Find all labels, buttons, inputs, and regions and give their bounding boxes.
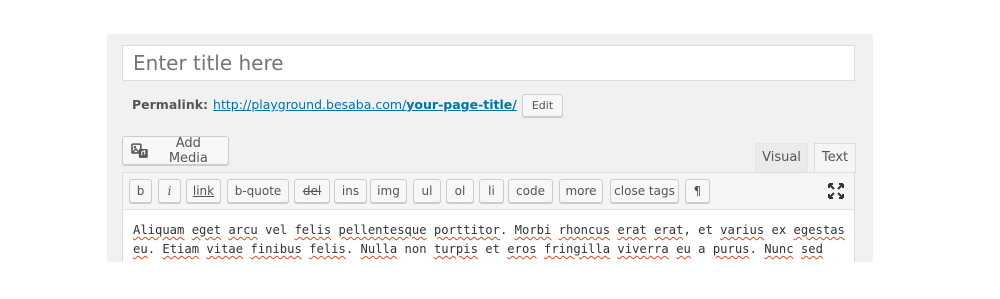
editor-word: viverra bbox=[617, 242, 669, 256]
editor-word: turpis bbox=[433, 242, 478, 256]
tab-visual[interactable]: Visual bbox=[755, 143, 808, 173]
add-media-label: Add Media bbox=[168, 135, 208, 166]
editor-text: a bbox=[690, 242, 713, 256]
code-button[interactable]: code bbox=[508, 179, 553, 203]
editor-text bbox=[647, 223, 654, 237]
editor-text bbox=[427, 223, 434, 237]
editor-word: Morbi bbox=[514, 223, 552, 237]
editor-word: fringilla bbox=[544, 242, 611, 256]
more-button[interactable]: more bbox=[559, 179, 603, 203]
editor-word: vitae bbox=[206, 242, 244, 256]
permalink-url-slug: your-page-title/ bbox=[406, 97, 517, 112]
permalink-label: Permalink: bbox=[132, 97, 209, 112]
editor-word: purus bbox=[712, 242, 750, 256]
editor-text: non bbox=[397, 242, 434, 256]
bold-button[interactable]: b bbox=[129, 179, 152, 203]
editor-word: varius bbox=[720, 223, 765, 237]
editor-word: Nulla bbox=[360, 242, 398, 256]
editor-text: . bbox=[749, 242, 765, 256]
editor-word: eu bbox=[676, 242, 691, 256]
ul-button[interactable]: ul bbox=[413, 179, 441, 203]
ins-button[interactable]: ins bbox=[334, 179, 367, 203]
tab-text[interactable]: Text bbox=[814, 143, 856, 173]
editor-word: felis bbox=[309, 242, 346, 256]
title-input[interactable] bbox=[122, 45, 855, 81]
paragraph-button[interactable]: ¶ bbox=[685, 179, 710, 203]
editor-text bbox=[669, 242, 676, 256]
permalink-row: Permalink: http://playground.besaba.com/… bbox=[132, 93, 564, 117]
editor-word: eu bbox=[133, 242, 148, 256]
editor-text bbox=[551, 223, 558, 237]
italic-button[interactable]: i bbox=[158, 179, 181, 203]
link-button[interactable]: link bbox=[186, 179, 221, 203]
content-textarea[interactable]: Aliquam eget arcu vel felis pellentesque… bbox=[122, 210, 855, 262]
editor-word: Nunc bbox=[764, 242, 794, 256]
blockquote-button[interactable]: b-quote bbox=[227, 179, 289, 203]
permalink-edit-button[interactable]: Edit bbox=[521, 93, 564, 117]
editor-text: , et bbox=[683, 223, 721, 237]
editor-line-1: Aliquam eget arcu vel felis pellentesque… bbox=[133, 221, 845, 240]
fullscreen-icon[interactable] bbox=[828, 183, 844, 199]
editor-text: ex bbox=[764, 223, 794, 237]
editor-text: . bbox=[345, 242, 361, 256]
close-tags-button[interactable]: close tags bbox=[610, 179, 679, 203]
editor-word: porttitor bbox=[433, 223, 500, 237]
editor-text bbox=[331, 223, 338, 237]
quicktags-toolbar: b i link b-quote del ins img ul ol li co… bbox=[122, 172, 855, 210]
editor-text: . bbox=[499, 223, 515, 237]
editor-word: eros bbox=[507, 242, 537, 256]
editor-word: eget bbox=[191, 223, 222, 237]
permalink-url-base: http://playground.besaba.com/ bbox=[213, 97, 407, 112]
img-button[interactable]: img bbox=[370, 179, 407, 203]
editor-text: vel bbox=[257, 223, 295, 237]
editor-word: erat bbox=[617, 223, 647, 237]
editor-word: erat bbox=[654, 223, 684, 237]
editor-line-2: eu. Etiam vitae finibus felis. Nulla non… bbox=[133, 240, 844, 259]
editor-word: arcu bbox=[228, 223, 258, 237]
editor-word: egestas bbox=[793, 223, 845, 237]
permalink-url-link[interactable]: http://playground.besaba.com/your-page-t… bbox=[213, 95, 517, 115]
editor-word: Etiam bbox=[162, 242, 200, 256]
del-button[interactable]: del bbox=[294, 179, 330, 203]
editor-word: rhoncus bbox=[558, 223, 611, 237]
li-button[interactable]: li bbox=[479, 179, 504, 203]
editor-text bbox=[184, 223, 191, 237]
media-upload-icon bbox=[131, 142, 148, 158]
editor-text: . bbox=[147, 242, 163, 256]
editor-text bbox=[537, 242, 544, 256]
add-media-button[interactable]: Add Media bbox=[122, 135, 229, 166]
editor-text: et bbox=[477, 242, 508, 256]
ol-button[interactable]: ol bbox=[446, 179, 474, 203]
editor-word: Aliquam bbox=[133, 223, 185, 237]
editor-word: sed bbox=[800, 242, 823, 256]
editor-word: pellentesque bbox=[338, 223, 427, 237]
editor-text bbox=[794, 242, 801, 256]
editor-word: finibus bbox=[250, 242, 302, 256]
editor-word: felis bbox=[294, 223, 332, 237]
